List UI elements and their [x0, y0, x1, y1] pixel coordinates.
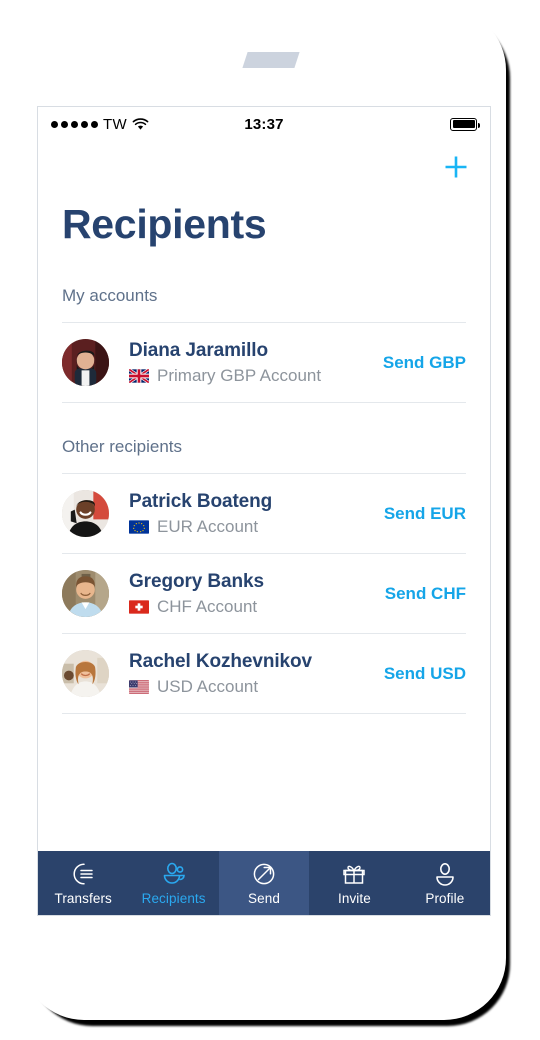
tab-label: Invite	[337, 890, 371, 906]
section-title: Other recipients	[62, 437, 182, 456]
section-other-recipients: Other recipients Patrick Boateng EUR Acc…	[62, 437, 466, 714]
flag-us-icon	[129, 679, 149, 694]
recipients-icon	[163, 862, 185, 884]
flag-ch-icon	[129, 599, 149, 614]
send-currency-button[interactable]: Send GBP	[383, 353, 466, 373]
transfers-icon	[73, 862, 93, 885]
send-currency-button[interactable]: Send CHF	[385, 584, 466, 604]
tab-label: Recipients	[141, 890, 206, 906]
tab-label: Transfers	[54, 890, 112, 906]
avatar	[62, 490, 109, 537]
table-row[interactable]: Rachel Kozhevnikov USD Account Send USD	[62, 634, 466, 713]
recipient-account: USD Account	[129, 677, 374, 697]
status-bar-left: TW	[51, 116, 149, 133]
send-icon	[253, 863, 275, 884]
invite-gift-icon	[343, 865, 366, 884]
recipient-account: EUR Account	[129, 517, 374, 537]
avatar	[62, 339, 109, 386]
carrier-label: TW	[103, 115, 127, 133]
status-bar-right	[450, 117, 480, 131]
phone-speaker-grille	[242, 52, 300, 68]
bottom-tab-bar: Transfers Recipients Send Invite Profile	[38, 851, 490, 915]
wifi-icon	[132, 117, 149, 131]
row-text: Gregory Banks CHF Account	[129, 571, 375, 617]
send-currency-button[interactable]: Send EUR	[384, 504, 466, 524]
signal-strength-dots	[51, 120, 98, 128]
tab-recipients[interactable]: Recipients	[128, 851, 218, 915]
status-bar: TW 13:37	[38, 107, 490, 141]
row-text: Rachel Kozhevnikov USD Account	[129, 651, 374, 697]
flag-gb-icon	[129, 368, 149, 383]
table-row[interactable]: Gregory Banks CHF Account Send CHF	[62, 554, 466, 633]
row-text: Diana Jaramillo Primary GBP Account	[129, 340, 373, 386]
avatar	[62, 570, 109, 617]
account-label: USD Account	[157, 676, 259, 696]
recipient-name: Rachel Kozhevnikov	[129, 650, 312, 672]
tab-invite[interactable]: Invite	[309, 851, 399, 915]
row-divider	[62, 713, 466, 714]
account-label: CHF Account	[157, 596, 258, 616]
section-title: My accounts	[62, 286, 158, 305]
screen-top-bar	[38, 141, 490, 193]
table-row[interactable]: Diana Jaramillo Primary GBP Account Send…	[62, 323, 466, 402]
battery-full-icon	[450, 117, 480, 131]
section-my-accounts: My accounts Diana Jaramillo Primary GBP …	[62, 286, 466, 403]
avatar	[62, 650, 109, 697]
recipients-list: My accounts Diana Jaramillo Primary GBP …	[38, 286, 490, 714]
send-currency-button[interactable]: Send USD	[384, 664, 466, 684]
profile-icon	[436, 862, 454, 886]
recipient-name: Patrick Boateng	[129, 490, 273, 512]
recipient-account: CHF Account	[129, 597, 375, 617]
tab-transfers[interactable]: Transfers	[38, 851, 128, 915]
recipient-name: Gregory Banks	[129, 570, 264, 592]
account-label: Primary GBP Account	[157, 365, 322, 385]
recipient-name: Diana Jaramillo	[129, 339, 268, 361]
screenshot-stage: TW 13:37 Recipients My accounts Diana Ja…	[0, 0, 540, 1040]
phone-screen: TW 13:37 Recipients My accounts Diana Ja…	[37, 106, 491, 916]
tab-label: Profile	[425, 890, 465, 906]
plus-icon	[445, 156, 467, 178]
row-divider	[62, 402, 466, 403]
tab-profile[interactable]: Profile	[400, 851, 490, 915]
row-text: Patrick Boateng EUR Account	[129, 491, 374, 537]
recipient-account: Primary GBP Account	[129, 366, 373, 386]
table-row[interactable]: Patrick Boateng EUR Account Send EUR	[62, 474, 466, 553]
account-label: EUR Account	[157, 516, 259, 536]
page-title: Recipients	[62, 201, 267, 247]
tab-label: Send	[248, 890, 280, 906]
tab-send[interactable]: Send	[218, 851, 310, 915]
flag-eu-icon	[129, 519, 149, 534]
add-recipient-button[interactable]	[440, 151, 472, 183]
